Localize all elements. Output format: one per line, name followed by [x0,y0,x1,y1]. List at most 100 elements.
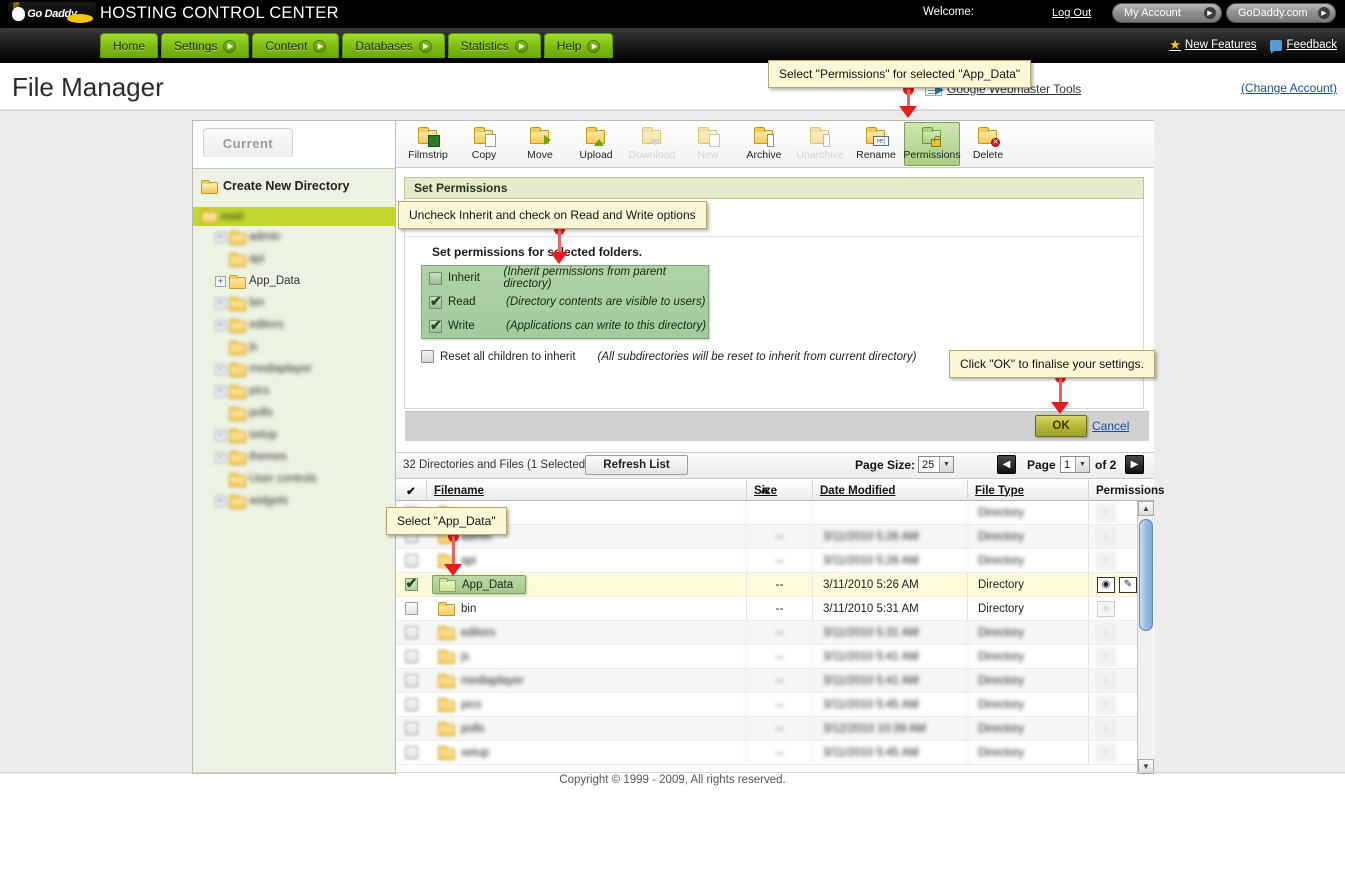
row-select-checkbox[interactable] [405,722,418,735]
write-checkbox[interactable] [429,320,442,333]
previous-page-button[interactable]: ◀ [997,455,1016,474]
nav-tab-statistics[interactable]: Statistics▶ [448,33,541,58]
tree-expand-icon[interactable]: + [215,298,226,309]
row-select-checkbox[interactable] [405,746,418,759]
tree-node[interactable]: +setup [193,424,395,446]
scrollbar-thumb[interactable] [1139,519,1153,631]
tree-node[interactable]: +App_Data [193,270,395,292]
tree-node[interactable]: +mediaplayer [193,358,395,380]
eye-icon[interactable]: ◉ [1097,577,1115,593]
godaddy-logo[interactable]: ʃʃʃ Go Daddy [8,2,96,26]
row-select-checkbox[interactable] [405,650,418,663]
row-select-checkbox[interactable] [405,578,418,591]
folder-icon [229,407,245,420]
nav-tab-settings[interactable]: Settings▶ [161,33,249,58]
pointer-arrow-icon [444,564,462,576]
toolbar-button-rename[interactable]: re|Rename [848,122,904,166]
tree-node[interactable]: root [193,207,395,226]
reset-children-checkbox[interactable] [421,350,434,363]
new-features-link[interactable]: ★ New Features [1169,37,1256,53]
file-list-scrollbar[interactable]: ▲ ▼ [1137,501,1153,774]
tree-node[interactable]: +editors [193,314,395,336]
table-row[interactable]: editors--3/11/2010 5:31 AMDirectory◉ [396,621,1154,645]
toolbar-button-unarchive: Unarchive [792,122,848,166]
select-all-header[interactable]: ✔ [396,480,426,501]
toolbar-button-filmstrip[interactable]: Filmstrip [400,122,456,166]
inherit-checkbox[interactable] [429,272,442,285]
toolbar-button-label: Download [629,149,676,161]
tree-expand-icon[interactable]: + [215,452,226,463]
logout-link[interactable]: Log Out [1052,7,1091,19]
scroll-up-button[interactable]: ▲ [1138,501,1154,516]
tree-expand-icon[interactable]: + [215,496,226,507]
toolbar-button-move[interactable]: Move [512,122,568,166]
nav-right-links: ★ New Features Feedback [1169,37,1337,53]
table-row[interactable]: mediaplayer--3/11/2010 5:41 AMDirectory◉ [396,669,1154,693]
column-header-file-type[interactable]: File Type [967,480,1088,501]
change-account-link[interactable]: (Change Account) [1241,81,1337,95]
tree-node[interactable]: User controls [193,468,395,490]
tree-node[interactable]: api [193,248,395,270]
row-select-checkbox[interactable] [405,626,418,639]
file-type-cell: Directory [967,693,1088,717]
tree-node-label: bin [249,297,264,309]
tree-expand-icon[interactable]: + [215,276,226,287]
tree-node[interactable]: polls [193,402,395,424]
godaddy-com-button[interactable]: GoDaddy.com ▶ [1226,3,1336,23]
pencil-icon[interactable]: ✎ [1119,577,1137,593]
row-select-checkbox[interactable] [405,698,418,711]
toolbar-button-download: Download [624,122,680,166]
table-row[interactable]: App_Data--3/11/2010 5:26 AMDirectory◉✎ [396,573,1154,597]
table-row[interactable]: Directory◉ [396,501,1154,525]
tree-node[interactable]: +themes [193,446,395,468]
read-checkbox[interactable] [429,296,442,309]
nav-tab-home[interactable]: Home [100,33,158,58]
nav-tab-help[interactable]: Help▶ [544,33,614,58]
column-header-size[interactable]: Size [746,480,812,501]
tree-node[interactable]: js [193,336,395,358]
table-row[interactable]: api--3/11/2010 5:26 AMDirectory◉ [396,549,1154,573]
table-row[interactable]: js--3/11/2010 5:41 AMDirectory◉ [396,645,1154,669]
tree-node[interactable]: +widgets [193,490,395,512]
create-new-directory-button[interactable]: Create New Directory [201,179,349,193]
refresh-list-button[interactable]: Refresh List [585,455,688,475]
column-header-size-label: Size [754,485,777,497]
unarchive-icon [807,126,833,148]
table-row[interactable]: setup--3/11/2010 5:45 AMDirectory◉ [396,741,1154,765]
table-row[interactable]: pics--3/11/2010 5:45 AMDirectory◉ [396,693,1154,717]
column-header-filename[interactable]: Filename [426,480,746,501]
tree-expand-icon[interactable]: + [215,430,226,441]
toolbar-button-archive[interactable]: Archive [736,122,792,166]
filename-label: polls [461,723,485,735]
nav-tab-databases[interactable]: Databases▶ [342,33,444,58]
size-cell: -- [746,549,812,573]
tab-current[interactable]: Current [203,128,293,157]
my-account-button[interactable]: My Account ▶ [1112,3,1222,23]
tree-expand-icon[interactable]: + [215,386,226,397]
toolbar-button-delete[interactable]: ✕Delete [960,122,1016,166]
cancel-link[interactable]: Cancel [1092,419,1129,433]
page-number-select[interactable]: 1 ▼ [1060,456,1090,473]
table-row[interactable]: admin--3/11/2010 5:26 AMDirectory◉ [396,525,1154,549]
next-page-button[interactable]: ▶ [1125,455,1144,474]
toolbar-button-permissions[interactable]: Permissions [904,122,960,166]
copyright-text: Copyright © 1999 - 2009, All rights rese… [0,774,1345,786]
feedback-link[interactable]: Feedback [1270,39,1337,51]
tree-node[interactable]: +pics [193,380,395,402]
tree-expand-icon[interactable]: + [215,232,226,243]
tree-node[interactable]: +admin [193,226,395,248]
toolbar-button-copy[interactable]: Copy [456,122,512,166]
row-select-checkbox[interactable] [405,674,418,687]
row-select-checkbox[interactable] [405,554,418,567]
nav-tab-content[interactable]: Content▶ [252,33,339,58]
page-size-select[interactable]: 25 ▼ [918,456,954,473]
table-row[interactable]: polls--3/12/2010 10:39 AMDirectory◉ [396,717,1154,741]
table-row[interactable]: bin--3/11/2010 5:31 AMDirectory◉ [396,597,1154,621]
tree-expand-icon[interactable]: + [215,364,226,375]
row-select-checkbox[interactable] [405,602,418,615]
tree-node[interactable]: + bin [193,292,395,314]
column-header-date-modified[interactable]: Date Modified [812,480,967,501]
ok-button[interactable]: OK [1035,415,1087,437]
toolbar-button-upload[interactable]: Upload [568,122,624,166]
tree-expand-icon[interactable]: + [215,320,226,331]
